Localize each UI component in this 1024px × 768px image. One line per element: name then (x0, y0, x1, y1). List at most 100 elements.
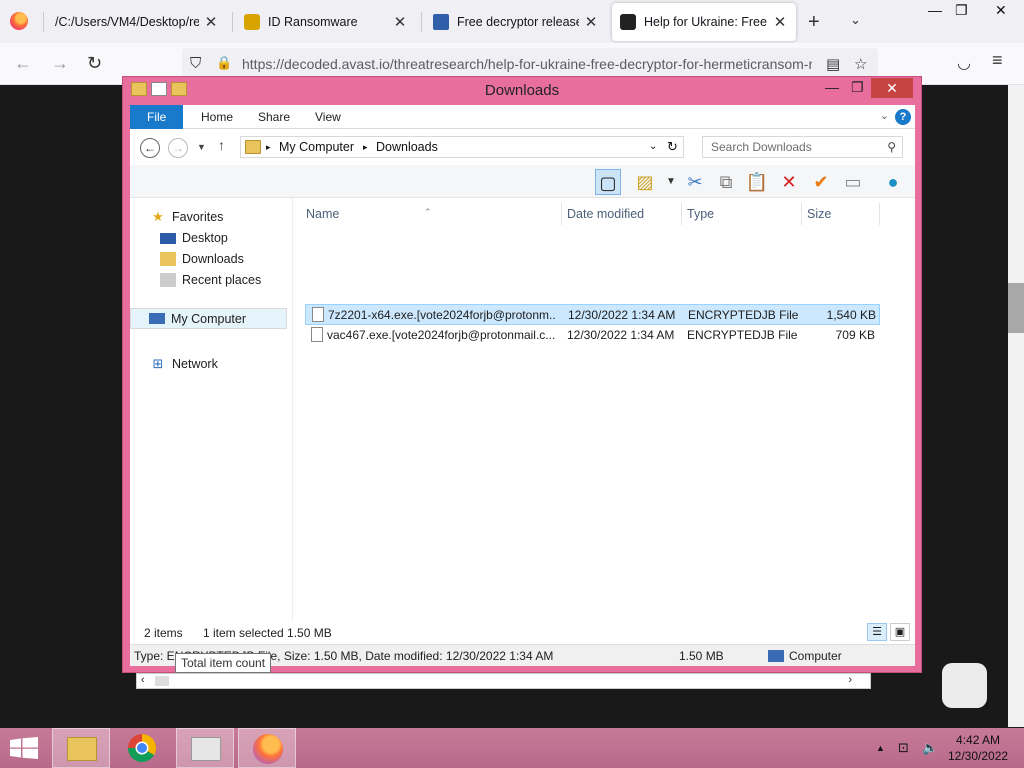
explorer-maximize-button[interactable]: ❐ (851, 79, 864, 96)
page-scrollbar-thumb[interactable] (1008, 283, 1024, 333)
close-icon[interactable]: ✕ (203, 13, 219, 31)
nav-recent-places[interactable]: Recent places (160, 273, 261, 287)
taskbar-chrome[interactable] (114, 728, 172, 768)
search-icon[interactable]: ⚲ (887, 140, 896, 154)
list-all-tabs-button[interactable]: ⌄ (850, 12, 861, 28)
browser-tab-bar: /C:/Users/VM4/Desktop/read ✕ ID Ransomwa… (0, 0, 1024, 43)
tab-view[interactable]: View (301, 105, 355, 129)
reload-button[interactable]: ↻ (87, 53, 102, 74)
file-icon (311, 327, 323, 342)
firefox-logo-icon[interactable] (10, 12, 28, 30)
tab-id-ransomware[interactable]: ID Ransomware ✕ (236, 3, 416, 41)
lock-favicon-icon (244, 14, 260, 30)
tab-free-decryptor[interactable]: Free decryptor released f ✕ (425, 3, 607, 41)
tab-help-for-ukraine[interactable]: Help for Ukraine: Free de ✕ (612, 3, 796, 41)
recent-places-icon (160, 273, 176, 287)
column-header-type[interactable]: Type (681, 203, 802, 225)
close-window-button[interactable]: ✕ (995, 2, 1007, 19)
table-row[interactable]: vac467.exe.[vote2024forjb@protonmail.c..… (305, 325, 880, 346)
star-icon: ★ (152, 209, 164, 224)
copy-icon[interactable]: ⧉ (713, 169, 739, 195)
close-icon[interactable]: ✕ (392, 13, 408, 31)
tab-home[interactable]: Home (187, 105, 247, 129)
address-dropdown-icon[interactable]: ⌄ (649, 141, 657, 152)
globe-icon[interactable]: ● (880, 169, 906, 195)
url-text[interactable]: https://decoded.avast.io/threatresearch/… (242, 56, 812, 72)
breadcrumb-my-computer[interactable]: My Computer (279, 140, 354, 154)
system-clock[interactable]: 4:42 AM 12/30/2022 (948, 732, 1008, 764)
close-icon[interactable]: ✕ (772, 13, 788, 31)
chevron-down-icon[interactable]: ⌄ (880, 109, 889, 122)
details-view-button[interactable]: ☰ (867, 623, 887, 641)
forward-button[interactable]: → (51, 53, 69, 74)
column-header-date[interactable]: Date modified (561, 203, 682, 225)
help-icon[interactable]: ? (895, 109, 911, 125)
taskbar-system-monitor[interactable] (176, 728, 234, 768)
page-scrollbar[interactable] (1008, 85, 1024, 727)
explorer-back-button[interactable]: ← (140, 138, 160, 158)
shield-icon[interactable]: ⛉ (190, 55, 201, 72)
minimize-button[interactable]: — (928, 2, 942, 18)
close-icon[interactable]: ✕ (583, 13, 599, 31)
new-tab-button[interactable]: + (808, 11, 820, 34)
up-one-level-button[interactable]: ↑ (218, 137, 225, 153)
taskbar-firefox[interactable] (238, 728, 296, 768)
tab-local-file[interactable]: /C:/Users/VM4/Desktop/read ✕ (47, 3, 227, 41)
scrollbar-thumb[interactable] (155, 676, 169, 686)
explorer-title: Downloads (484, 82, 560, 99)
column-header-name[interactable]: ⌃ Name (300, 203, 562, 225)
tab-share[interactable]: Share (244, 105, 304, 129)
explorer-minimize-button[interactable]: — (825, 79, 839, 95)
explorer-forward-button[interactable]: → (168, 138, 188, 158)
nav-network[interactable]: ⊞ Network (150, 357, 218, 372)
preview-pane-button[interactable]: ▢ (595, 169, 621, 195)
scroll-right-icon[interactable]: › (848, 674, 852, 686)
chevron-down-icon[interactable]: ▼ (658, 169, 684, 195)
cut-icon[interactable]: ✂ (682, 169, 708, 195)
delete-icon[interactable]: ✕ (776, 169, 802, 195)
nav-my-computer[interactable]: My Computer (130, 308, 287, 329)
command-bar: ▢ ▨ ▼ ✂ ⧉ 📋 ✕ ✔ ▭ ● (130, 165, 915, 198)
taskbar-file-explorer[interactable] (52, 728, 110, 768)
paste-icon[interactable]: 📋 (744, 169, 770, 195)
search-input[interactable]: Search Downloads ⚲ (702, 136, 903, 158)
restore-button[interactable]: ❐ (955, 2, 968, 19)
breadcrumb-downloads[interactable]: Downloads (376, 140, 438, 154)
nav-favorites[interactable]: ★ Favorites (150, 209, 223, 225)
pocket-icon[interactable]: ◡ (957, 53, 971, 73)
show-hidden-icons-chevron[interactable]: ▲ (876, 743, 885, 753)
large-icons-view-button[interactable]: ▣ (890, 623, 910, 641)
selection-info: 1 item selected 1.50 MB (203, 626, 332, 640)
address-bar[interactable]: ▸ My Computer ▸ Downloads ⌄ ↻ (240, 136, 684, 158)
chat-widget-button[interactable] (942, 663, 987, 708)
menu-icon[interactable]: ≡ (992, 50, 1003, 71)
table-row[interactable]: 7z2201-x64.exe.[vote2024forjb@protonm...… (305, 304, 880, 325)
network-tray-icon[interactable]: ⊡ (898, 740, 909, 756)
downloads-folder-icon (160, 252, 176, 266)
explorer-title-bar[interactable]: Downloads — ❐ ✕ (123, 77, 921, 104)
column-header-size[interactable]: Size (801, 203, 880, 225)
address-row: ← → ▼ ↑ ▸ My Computer ▸ Downloads ⌄ ↻ Se… (130, 129, 915, 165)
status-bar: 2 items 1 item selected 1.50 MB ☰ ▣ (130, 622, 915, 644)
details-location: Computer (789, 649, 842, 663)
nav-desktop[interactable]: Desktop (160, 231, 228, 245)
refresh-icon[interactable]: ↻ (667, 139, 678, 155)
explorer-close-button[interactable]: ✕ (871, 78, 913, 98)
reader-view-icon[interactable]: ▤ (826, 55, 840, 73)
recent-locations-chevron-icon[interactable]: ▼ (197, 142, 206, 152)
explorer-window: Downloads — ❐ ✕ File Home Share View ⌄ ?… (122, 76, 922, 673)
lock-icon[interactable]: 🔒 (216, 55, 232, 71)
properties-check-icon[interactable]: ✔ (808, 169, 834, 195)
folder-options-icon[interactable]: ▨ (632, 169, 658, 195)
tab-file[interactable]: File (130, 105, 184, 129)
scroll-left-icon[interactable]: ‹ (141, 674, 145, 686)
horizontal-scrollbar[interactable]: ‹ › (136, 673, 871, 689)
desktop-icon (160, 232, 176, 244)
back-button[interactable]: ← (14, 53, 32, 74)
bookmark-star-icon[interactable]: ☆ (854, 55, 867, 73)
volume-icon[interactable]: 🔈 (922, 740, 938, 756)
sort-ascending-icon: ⌃ (424, 207, 432, 217)
nav-downloads[interactable]: Downloads (160, 252, 244, 266)
rename-icon[interactable]: ▭ (840, 169, 866, 195)
windows-start-icon[interactable] (10, 737, 38, 762)
